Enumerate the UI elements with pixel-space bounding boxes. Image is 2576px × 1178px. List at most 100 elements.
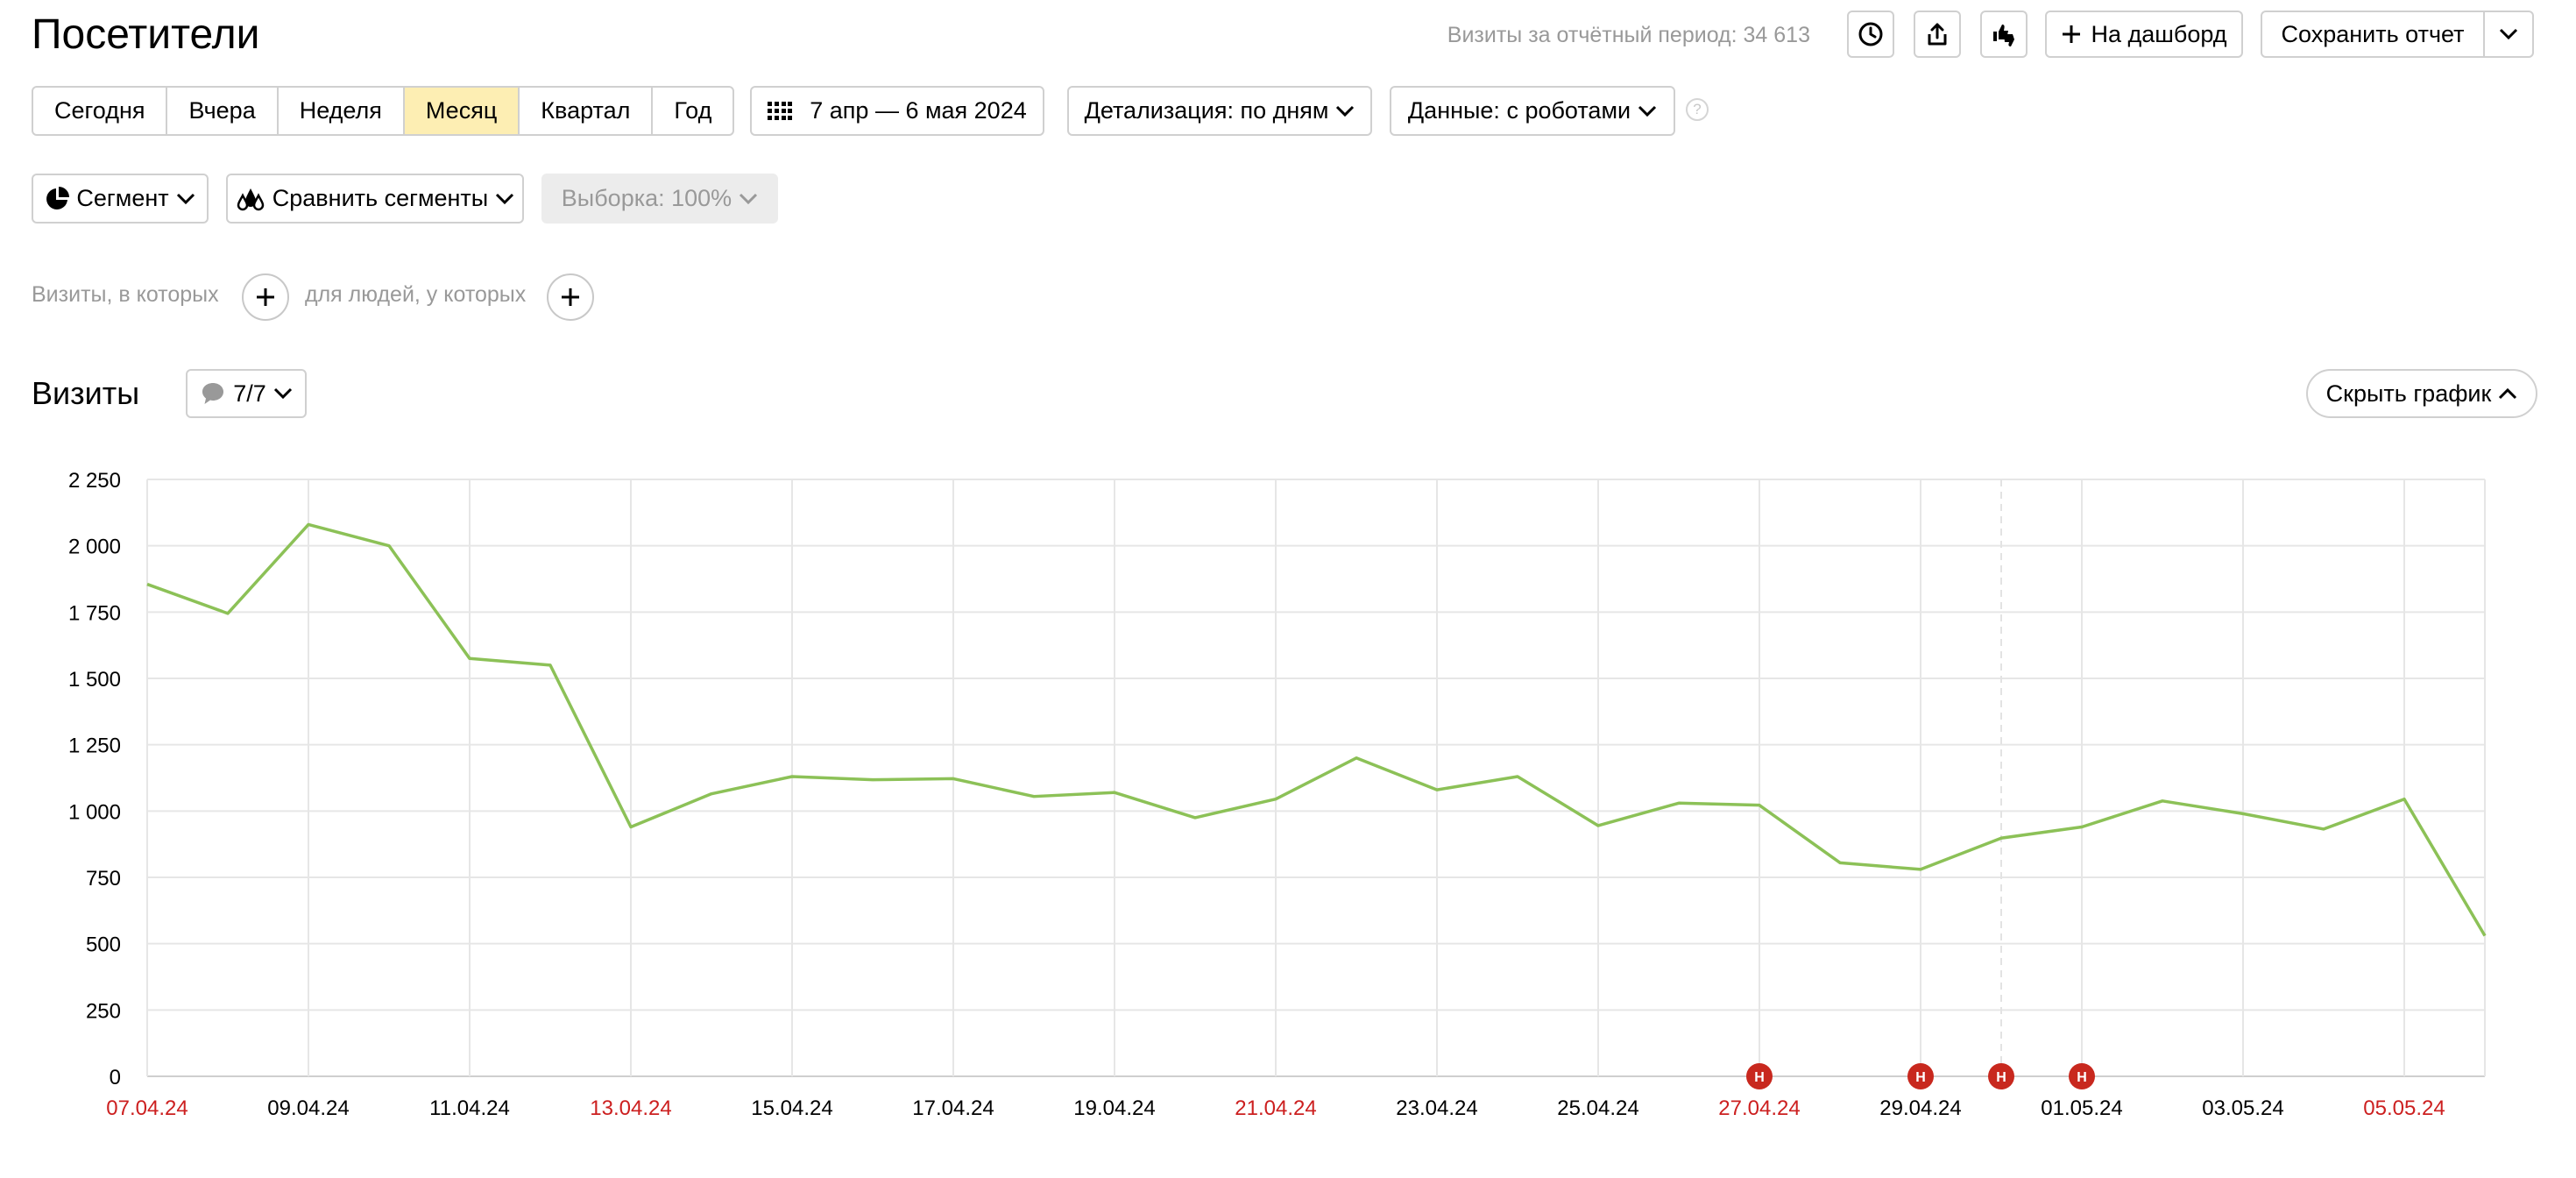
compare-segments-label: Сравнить сегменты <box>272 185 489 211</box>
data-point[interactable] <box>145 582 150 587</box>
share-icon <box>1928 23 1947 46</box>
data-point[interactable] <box>1596 823 1601 828</box>
save-report-button[interactable]: Сохранить отчет <box>2261 11 2485 58</box>
chevron-down-icon <box>1638 105 1657 117</box>
save-report-menu-button[interactable] <box>2483 11 2534 58</box>
data-point[interactable] <box>2079 824 2084 829</box>
plus-icon <box>257 288 274 306</box>
x-tick-label: 09.04.24 <box>267 1096 349 1120</box>
data-point[interactable] <box>2160 798 2165 804</box>
holiday-marker-label: Н <box>1754 1070 1765 1085</box>
data-point[interactable] <box>2482 933 2488 939</box>
detail-select[interactable]: Детализация: по дням <box>1067 86 1372 136</box>
period-preset[interactable]: Месяц <box>404 88 520 134</box>
sample-select[interactable]: Выборка: 100% <box>541 174 778 224</box>
data-point[interactable] <box>789 774 795 779</box>
history-button[interactable] <box>1847 11 1894 58</box>
y-tick-label: 2 250 <box>68 469 121 493</box>
y-tick-label: 2 000 <box>68 536 121 559</box>
x-tick-label: 03.05.24 <box>2202 1096 2283 1120</box>
drops-icon <box>237 188 265 210</box>
data-point[interactable] <box>1676 800 1681 805</box>
data-point[interactable] <box>1192 815 1198 820</box>
visits-chart: 0 250 500 750 1 000 1 250 1 500 1 750 2 000 2 250… <box>68 469 2488 1120</box>
data-point[interactable] <box>548 663 553 668</box>
visits-filter-label: Визиты, в которых <box>32 282 219 307</box>
data-point[interactable] <box>1031 794 1037 799</box>
data-point[interactable] <box>1354 756 1359 761</box>
hide-chart-label: Скрыть график <box>2325 380 2492 407</box>
data-point[interactable] <box>1515 774 1520 779</box>
x-tick-label: 07.04.24 <box>106 1096 188 1120</box>
holiday-marker-label: Н <box>1915 1070 1926 1085</box>
y-tick-label: 1 500 <box>68 668 121 692</box>
thumbs-icon <box>1993 25 2014 46</box>
data-point[interactable] <box>628 824 633 829</box>
add-people-condition-button[interactable] <box>547 273 594 321</box>
export-button[interactable] <box>1914 11 1961 58</box>
data-mode-select[interactable]: Данные: с роботами <box>1390 86 1675 136</box>
people-filter-label: для людей, у которых <box>305 282 527 307</box>
x-tick-label: 05.05.24 <box>2363 1096 2445 1120</box>
data-point[interactable] <box>306 522 311 527</box>
date-range-label: 7 апр — 6 мая 2024 <box>810 97 1027 124</box>
annotations-select[interactable]: 7/7 <box>186 369 307 418</box>
period-preset[interactable]: Сегодня <box>33 88 168 134</box>
annotations-label: 7/7 <box>233 380 266 407</box>
data-mode-label: Данные: с роботами <box>1407 97 1631 124</box>
hide-chart-button[interactable]: Скрыть график <box>2306 369 2537 418</box>
data-point[interactable] <box>1837 860 1843 865</box>
data-point[interactable] <box>709 791 714 797</box>
chevron-down-icon <box>496 193 514 204</box>
data-point[interactable] <box>467 656 472 661</box>
period-preset[interactable]: Вчера <box>167 88 279 134</box>
y-tick-label: 1 750 <box>68 601 121 625</box>
x-tick-label: 23.04.24 <box>1396 1096 1477 1120</box>
date-range-picker[interactable]: 7 апр — 6 мая 2024 <box>750 86 1044 136</box>
x-tick-label: 13.04.24 <box>590 1096 671 1120</box>
segment-select[interactable]: Сегмент <box>32 174 209 224</box>
data-point[interactable] <box>1434 787 1440 792</box>
help-icon[interactable]: ? <box>1686 98 1709 121</box>
sample-label: Выборка: 100% <box>561 185 732 211</box>
data-point[interactable] <box>951 776 956 781</box>
x-axis-labels: 07.04.24 09.04.24 11.04.24 13.04.24 15.04.24… <box>106 1096 2445 1120</box>
plus-icon <box>2063 25 2081 43</box>
chevron-down-icon <box>1336 105 1355 117</box>
clock-icon <box>1858 22 1883 46</box>
detail-label: Детализация: по дням <box>1084 97 1329 124</box>
y-tick-label: 500 <box>86 933 121 957</box>
holiday-marker[interactable]: Н <box>2069 1063 2095 1089</box>
data-point[interactable] <box>1999 835 2004 841</box>
holiday-marker[interactable]: Н <box>1746 1063 1773 1089</box>
page-title: Посетители <box>32 11 260 58</box>
chevron-down-icon <box>2499 28 2518 40</box>
total-visits: Визиты за отчётный период: 34 613 <box>1447 23 1810 47</box>
add-to-dashboard-button[interactable]: На дашборд <box>2045 11 2243 58</box>
pie-chart-icon <box>46 186 70 209</box>
data-point[interactable] <box>2321 827 2326 832</box>
data-point[interactable] <box>870 777 875 783</box>
y-tick-label: 1 250 <box>68 734 121 758</box>
data-point[interactable] <box>2240 811 2246 816</box>
data-point[interactable] <box>1918 867 1923 872</box>
holiday-marker[interactable]: Н <box>1907 1063 1934 1089</box>
add-visit-condition-button[interactable] <box>242 273 289 321</box>
x-tick-label: 19.04.24 <box>1073 1096 1155 1120</box>
y-tick-label: 250 <box>86 999 121 1023</box>
data-point[interactable] <box>2402 797 2407 802</box>
period-preset[interactable]: Год <box>653 88 732 134</box>
data-point[interactable] <box>1273 797 1278 802</box>
data-point[interactable] <box>1112 790 1117 795</box>
y-tick-label: 0 <box>110 1066 121 1089</box>
compare-segments-select[interactable]: Сравнить сегменты <box>226 174 524 224</box>
period-preset[interactable]: Квартал <box>520 88 654 134</box>
holiday-marker-label: Н <box>1996 1070 2006 1085</box>
data-point[interactable] <box>1757 803 1762 808</box>
data-point[interactable] <box>386 543 392 549</box>
period-preset[interactable]: Неделя <box>279 88 405 134</box>
data-point[interactable] <box>225 611 230 616</box>
holiday-marker[interactable]: Н <box>1988 1063 2014 1089</box>
x-tick-label: 21.04.24 <box>1235 1096 1316 1120</box>
feedback-button[interactable] <box>1980 11 2028 58</box>
